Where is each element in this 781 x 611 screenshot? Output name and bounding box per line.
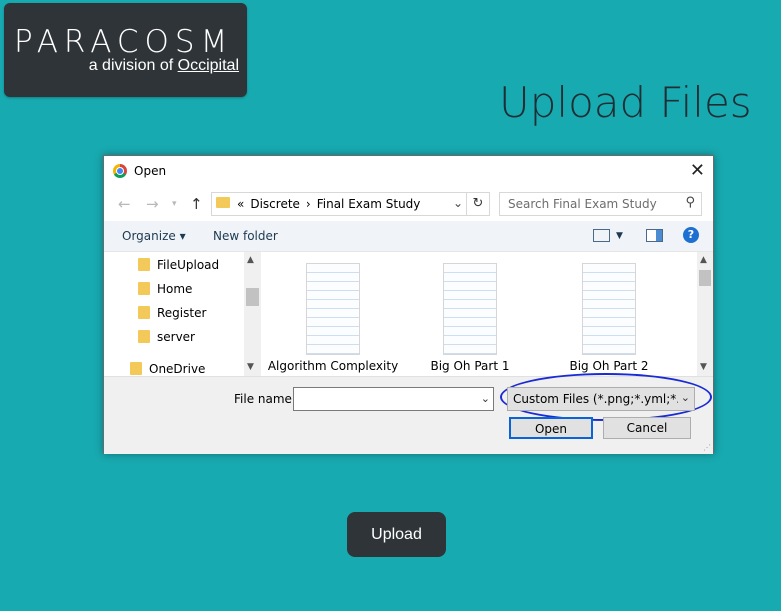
back-arrow-icon[interactable]: ← <box>118 195 131 213</box>
file-name: Big Oh Part 1 <box>430 359 510 373</box>
search-input[interactable]: Search Final Exam Study ⚲ <box>499 192 702 216</box>
breadcrumb-discrete[interactable]: Discrete <box>250 197 300 211</box>
organize-button[interactable]: Organize ▾ <box>122 229 186 243</box>
navigation-pane: FileUpload Home Register server OneDrive <box>104 252 261 376</box>
folder-icon <box>138 282 150 295</box>
address-bar[interactable]: « Discrete › Final Exam Study ⌄ ↻ <box>211 192 490 216</box>
file-item-big-oh-part-1[interactable]: Big Oh Part 1 <box>400 252 540 373</box>
open-file-dialog: Open ✕ ← → ▾ ↑ « Discrete › Final Exam Stud… <box>103 155 714 454</box>
file-name: Algorithm Complexity <box>267 359 399 373</box>
file-list-scrollbar[interactable]: ▲ ▼ <box>697 252 713 376</box>
logo-wordmark: PARACOSM <box>14 24 234 60</box>
search-icon[interactable]: ⚲ <box>685 195 695 210</box>
refresh-icon[interactable]: ↻ <box>466 193 489 215</box>
file-type-select[interactable]: Custom Files (*.png;*.yml;*.ros) ⌄ <box>507 387 695 411</box>
new-folder-button[interactable]: New folder <box>213 229 278 243</box>
recent-dropdown-icon[interactable]: ▾ <box>172 199 177 209</box>
occipital-link[interactable]: Occipital <box>178 57 239 74</box>
file-list: Algorithm Complexity Big Oh Part 1 Big O… <box>262 252 697 376</box>
page-title: Upload Files <box>499 78 752 127</box>
tree-item-register[interactable]: Register <box>138 306 206 320</box>
view-dropdown-icon[interactable]: ▼ <box>616 231 623 241</box>
forward-arrow-icon[interactable]: → <box>146 195 159 213</box>
dialog-nav-row: ← → ▾ ↑ « Discrete › Final Exam Study ⌄ ↻ S… <box>104 187 713 221</box>
scroll-up-icon[interactable]: ▲ <box>247 255 254 265</box>
nav-pane-scrollbar[interactable]: ▲ ▼ <box>244 252 261 376</box>
folder-icon <box>138 258 150 271</box>
breadcrumb-separator: › <box>305 197 311 211</box>
dialog-titlebar[interactable]: Open ✕ <box>104 156 713 187</box>
file-type-value: Custom Files (*.png;*.yml;*.ros) <box>513 392 678 406</box>
folder-icon <box>138 306 150 319</box>
breadcrumb: « Discrete › Final Exam Study <box>237 197 426 211</box>
chevron-down-icon[interactable]: ⌄ <box>681 391 690 404</box>
dialog-toolbar: Organize ▾ New folder ▼ ? <box>104 221 713 252</box>
search-placeholder: Search Final Exam Study <box>508 197 657 211</box>
tree-item-home[interactable]: Home <box>138 282 192 296</box>
chrome-icon <box>113 164 127 178</box>
file-name-input[interactable]: ⌄ <box>293 387 494 411</box>
chevron-down-icon[interactable]: ⌄ <box>481 392 490 405</box>
paracosm-logo[interactable]: PARACOSM a division of Occipital <box>4 3 247 97</box>
file-thumbnail <box>443 263 497 355</box>
file-name-label: File name: <box>234 392 296 406</box>
folder-icon <box>130 362 142 375</box>
resize-grip-icon[interactable]: ⋰ <box>703 443 711 452</box>
open-button[interactable]: Open <box>509 417 593 439</box>
folder-icon <box>216 197 230 208</box>
logo-sub-prefix: a division of <box>88 57 178 74</box>
scroll-down-icon[interactable]: ▼ <box>700 362 707 372</box>
chevron-down-icon[interactable]: ⌄ <box>453 196 463 210</box>
scrollbar-thumb[interactable] <box>246 288 259 306</box>
logo-subtitle: a division of Occipital <box>89 57 239 75</box>
breadcrumb-final-exam-study[interactable]: Final Exam Study <box>317 197 421 211</box>
file-thumbnail <box>306 263 360 355</box>
tree-item-label: Home <box>157 282 193 296</box>
up-arrow-icon[interactable]: ↑ <box>190 195 203 213</box>
file-item-big-oh-part-2[interactable]: Big Oh Part 2 <box>539 252 679 373</box>
file-item-algorithm-complexity[interactable]: Algorithm Complexity <box>263 252 403 373</box>
tree-item-label: Register <box>157 306 207 320</box>
tree-item-server[interactable]: server <box>138 330 195 344</box>
tree-item-onedrive[interactable]: OneDrive <box>130 362 205 376</box>
folder-icon <box>138 330 150 343</box>
file-thumbnail <box>582 263 636 355</box>
tree-item-fileupload[interactable]: FileUpload <box>138 258 219 272</box>
scrollbar-thumb[interactable] <box>699 270 711 286</box>
scroll-up-icon[interactable]: ▲ <box>700 255 707 265</box>
scroll-down-icon[interactable]: ▼ <box>247 362 254 372</box>
dialog-footer: File name: ⌄ Custom Files (*.png;*.yml;*… <box>104 373 713 454</box>
preview-pane-icon[interactable] <box>646 229 663 242</box>
breadcrumb-overflow[interactable]: « <box>237 197 244 211</box>
close-icon[interactable]: ✕ <box>690 160 705 181</box>
upload-button[interactable]: Upload <box>347 512 446 557</box>
file-name: Big Oh Part 2 <box>569 359 649 373</box>
cancel-button[interactable]: Cancel <box>603 417 691 439</box>
view-icon[interactable] <box>593 229 610 242</box>
dialog-title: Open <box>134 164 167 178</box>
help-icon[interactable]: ? <box>683 227 699 243</box>
tree-item-label: OneDrive <box>149 362 206 376</box>
tree-item-label: FileUpload <box>157 258 220 272</box>
tree-item-label: server <box>157 330 195 344</box>
